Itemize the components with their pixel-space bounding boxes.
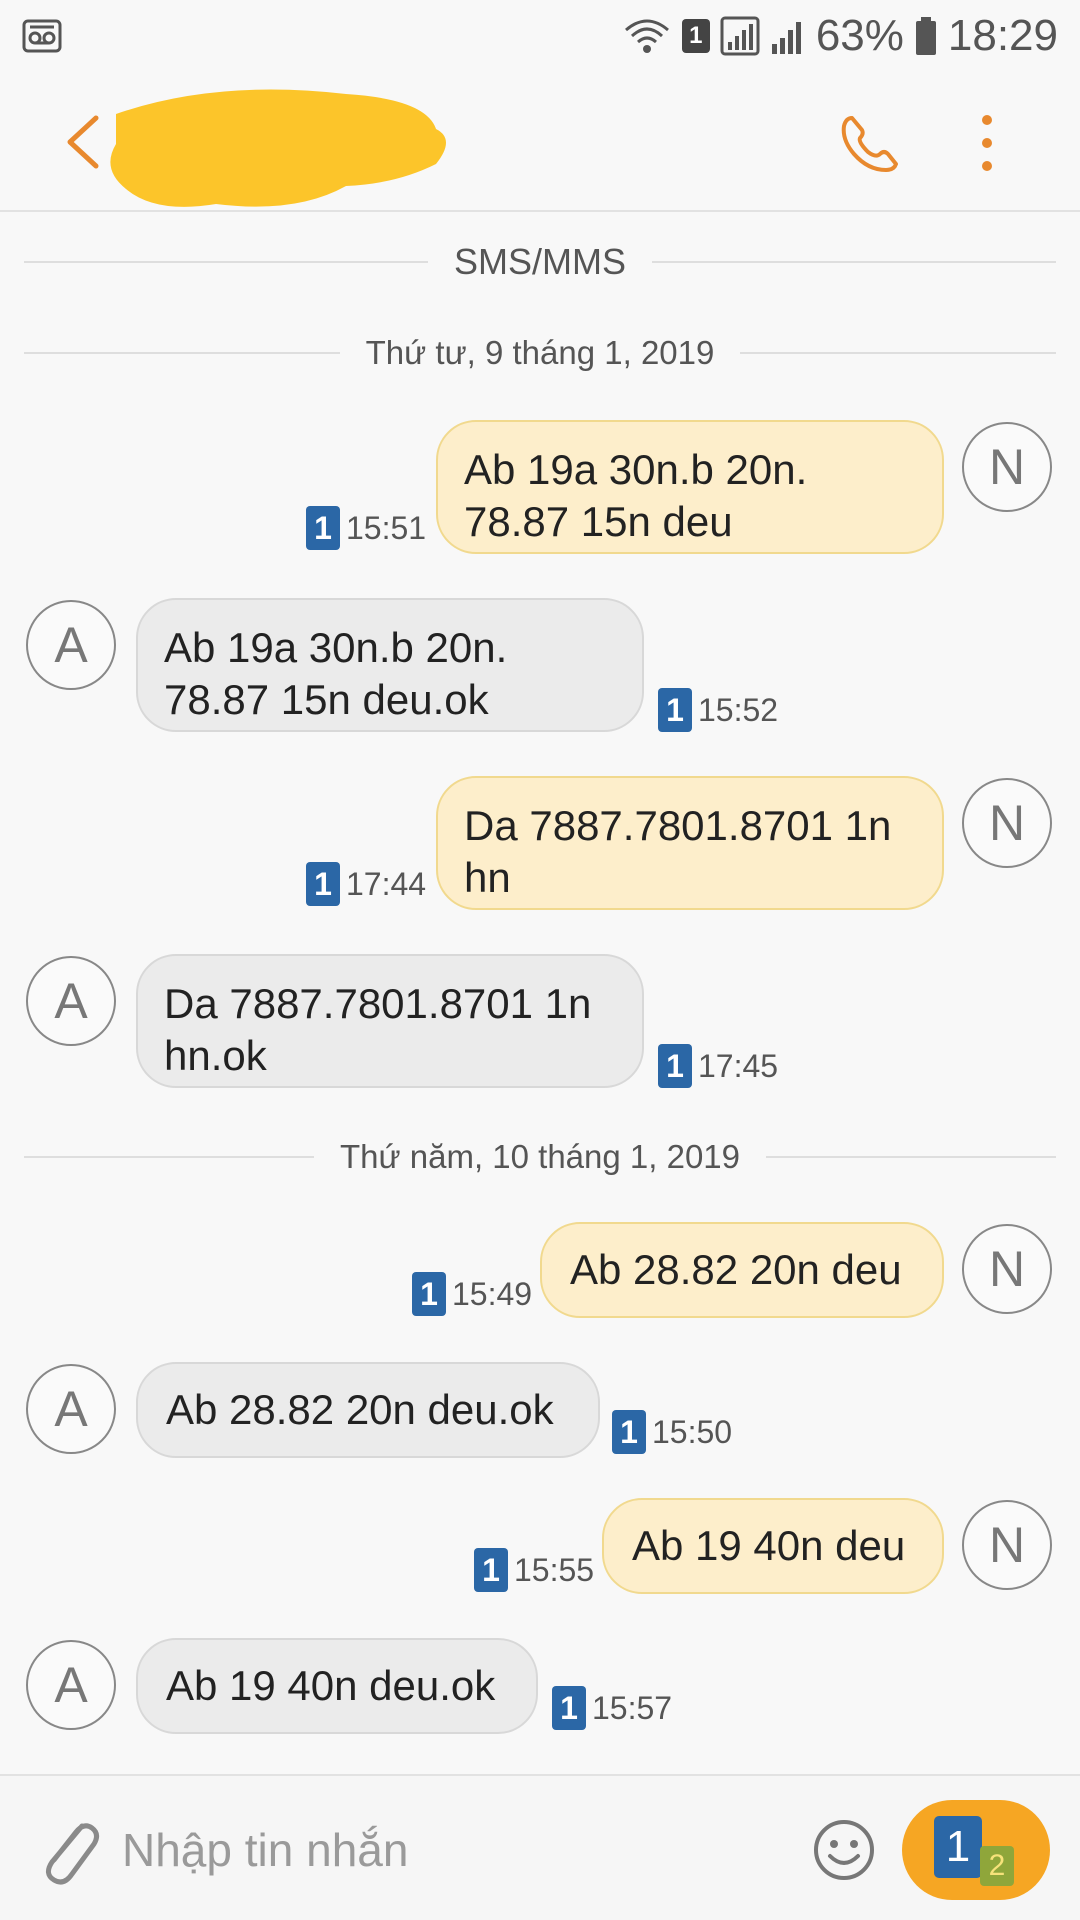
avatar[interactable]: N <box>962 1224 1052 1314</box>
avatar[interactable]: A <box>26 1640 116 1730</box>
sim-badge: 1 <box>612 1410 646 1454</box>
sim-indicator: 1 <box>681 19 710 53</box>
avatar[interactable]: A <box>26 1364 116 1454</box>
clock: 18:29 <box>947 11 1058 60</box>
redacted-contact-name <box>110 89 446 207</box>
message-meta: 1 15:49 <box>412 1272 532 1316</box>
signal-icon-2 <box>771 22 801 54</box>
sim-badge: 1 <box>474 1548 508 1592</box>
message-time: 17:45 <box>698 1047 779 1084</box>
message-bubble-incoming[interactable]: Ab 28.82 20n deu.ok <box>136 1362 600 1458</box>
sim-badge: 1 <box>658 1044 692 1088</box>
date-divider: Thứ năm, 10 tháng 1, 2019 <box>24 1138 1056 1176</box>
message-text-line: Ab 19a 30n.b 20n. <box>464 446 808 493</box>
message-meta: 1 17:45 <box>658 1044 778 1088</box>
message-meta: 1 17:44 <box>306 862 426 906</box>
avatar[interactable]: N <box>962 778 1052 868</box>
sim-badge: 1 <box>306 862 340 906</box>
message-text-line: Ab 28.82 20n deu <box>570 1246 902 1293</box>
sim-badge: 1 <box>658 688 692 732</box>
voicemail-icon <box>22 19 62 53</box>
message-bubble-outgoing[interactable]: Ab 19 40n deu <box>602 1498 944 1594</box>
emoji-icon[interactable] <box>812 1818 876 1882</box>
sim-badge: 1 <box>412 1272 446 1316</box>
message-text-line: 78.87 15n deu <box>464 498 733 545</box>
message-text-line: hn <box>464 854 511 901</box>
sim-2-badge: 2 <box>980 1846 1014 1886</box>
message-bubble-outgoing[interactable]: Da 7887.7801.8701 1n hn <box>436 776 944 910</box>
message-bubble-incoming[interactable]: Da 7887.7801.8701 1n hn.ok <box>136 954 644 1088</box>
message-text-line: Da 7887.7801.8701 1n <box>164 980 592 1027</box>
avatar[interactable]: N <box>962 1500 1052 1590</box>
conversation-header <box>0 72 1080 212</box>
battery-percent: 63% <box>815 11 904 60</box>
message-text-line: Ab 19 40n deu.ok <box>166 1662 496 1709</box>
signal-icon <box>720 16 760 56</box>
message-bubble-outgoing[interactable]: Ab 28.82 20n deu <box>540 1222 944 1318</box>
message-text-line: Ab 19 40n deu <box>632 1522 906 1569</box>
date-label: Thứ tư, 9 tháng 1, 2019 <box>365 334 715 371</box>
message-composer: 1 2 <box>0 1774 1080 1920</box>
message-time: 15:52 <box>698 691 779 728</box>
message-time: 15:49 <box>452 1275 533 1312</box>
message-text-line: Ab 28.82 20n deu.ok <box>166 1386 554 1433</box>
message-meta: 1 15:55 <box>474 1548 594 1592</box>
message-meta: 1 15:52 <box>658 688 778 732</box>
message-bubble-incoming[interactable]: Ab 19a 30n.b 20n. 78.87 15n deu.ok <box>136 598 644 732</box>
avatar[interactable]: A <box>26 600 116 690</box>
sim-badge: 1 <box>552 1686 586 1730</box>
date-label: Thứ năm, 10 tháng 1, 2019 <box>339 1138 741 1175</box>
message-text-line: Ab 19a 30n.b 20n. <box>164 624 508 671</box>
wifi-icon <box>624 19 669 53</box>
sim-badge: 1 <box>306 506 340 550</box>
message-type-label: SMS/MMS <box>454 241 627 282</box>
message-meta: 1 15:57 <box>552 1686 672 1730</box>
message-bubble-incoming[interactable]: Ab 19 40n deu.ok <box>136 1638 538 1734</box>
phone-icon[interactable] <box>838 112 900 174</box>
message-text-line: hn.ok <box>164 1032 267 1079</box>
message-time: 15:50 <box>652 1413 733 1450</box>
message-text-line: Da 7887.7801.8701 1n <box>464 802 892 849</box>
date-divider: Thứ tư, 9 tháng 1, 2019 <box>24 334 1056 372</box>
message-time: 15:51 <box>346 509 427 546</box>
message-meta: 1 15:51 <box>306 506 426 550</box>
avatar[interactable]: A <box>26 956 116 1046</box>
message-meta: 1 15:50 <box>612 1410 732 1454</box>
message-time: 15:57 <box>592 1689 673 1726</box>
avatar[interactable]: N <box>962 422 1052 512</box>
message-time: 17:44 <box>346 865 427 902</box>
status-bar: 1 63% 18:29 <box>0 0 1080 72</box>
message-input[interactable] <box>120 1804 784 1896</box>
send-button[interactable]: 1 2 <box>902 1800 1050 1900</box>
battery-icon <box>915 17 936 55</box>
message-text-line: 78.87 15n deu.ok <box>164 676 489 723</box>
message-time: 15:55 <box>514 1551 595 1588</box>
sim-1-badge: 1 <box>934 1816 982 1878</box>
more-vertical-icon[interactable] <box>972 108 1002 178</box>
sms-mms-divider: SMS/MMS <box>24 241 1057 283</box>
paperclip-icon[interactable] <box>36 1812 102 1888</box>
message-bubble-outgoing[interactable]: Ab 19a 30n.b 20n. 78.87 15n deu <box>436 420 944 554</box>
